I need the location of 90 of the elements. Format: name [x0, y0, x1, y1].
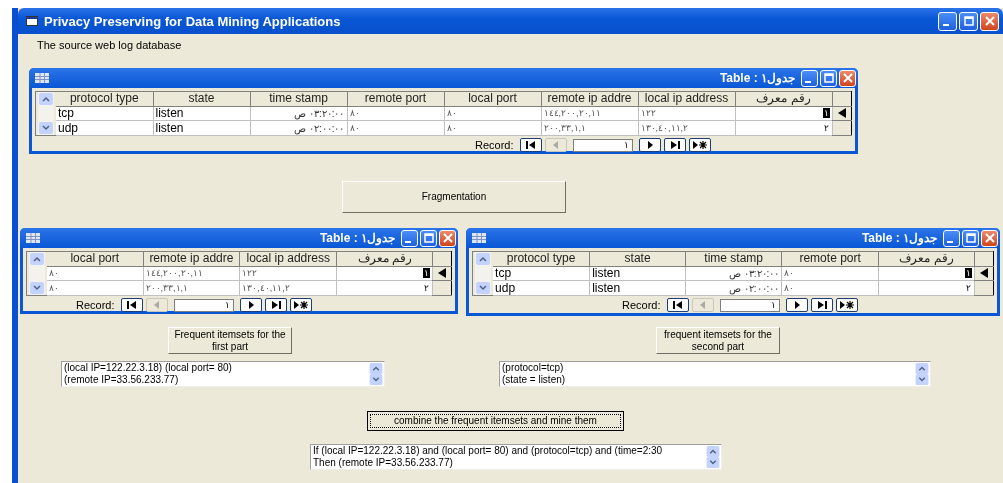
last-record-icon	[269, 300, 282, 310]
column-header[interactable]: protocol type	[56, 91, 153, 107]
column-header[interactable]: time stamp	[685, 251, 782, 267]
section-label: The source web log database	[37, 39, 182, 51]
column-header[interactable]: رقم معرف	[336, 251, 433, 267]
first-record-button[interactable]	[519, 138, 542, 152]
maximize-button[interactable]	[962, 229, 979, 247]
scroll-up-icon[interactable]	[39, 93, 53, 105]
scroll-up-icon[interactable]	[30, 253, 44, 265]
first-record-icon	[524, 140, 537, 150]
next-record-button[interactable]	[239, 298, 262, 312]
maximize-icon	[423, 233, 434, 243]
column-header[interactable]: remote port	[781, 251, 879, 267]
minimize-button[interactable]	[938, 11, 957, 31]
fragmentation-button[interactable]: Fragmentation	[342, 181, 566, 213]
new-record-button[interactable]	[688, 138, 711, 152]
minimize-icon	[943, 24, 949, 26]
record-label: Record:	[475, 139, 514, 151]
close-icon	[442, 233, 453, 243]
minimize-icon	[805, 81, 811, 83]
scroll-up-icon[interactable]	[476, 253, 491, 265]
minimize-icon	[947, 241, 953, 243]
close-button[interactable]	[439, 229, 456, 247]
first-record-button[interactable]	[666, 298, 689, 312]
column-header[interactable]: remote ip addre	[541, 91, 638, 107]
last-record-icon	[815, 300, 828, 310]
first-record-button[interactable]	[120, 298, 143, 312]
close-button[interactable]	[981, 229, 998, 247]
new-record-button[interactable]	[289, 298, 312, 312]
column-header[interactable]: remote port	[347, 91, 444, 107]
next-record-button[interactable]	[638, 138, 661, 152]
new-record-icon	[838, 300, 855, 310]
new-record-icon	[292, 300, 309, 310]
second-part-button[interactable]: frequent itemsets for the second part	[656, 327, 780, 354]
column-header[interactable]: رقم معرف	[735, 91, 832, 107]
scroll-down-icon[interactable]	[30, 282, 44, 294]
record-label: Record:	[622, 299, 661, 311]
close-button[interactable]	[980, 11, 999, 31]
scrollbar[interactable]	[38, 92, 54, 135]
column-header[interactable]: local ip address	[638, 91, 735, 107]
maximize-icon	[965, 233, 976, 243]
close-icon	[984, 16, 995, 26]
last-record-icon	[668, 140, 681, 150]
column-header[interactable]: time stamp	[250, 91, 347, 107]
close-icon	[842, 73, 853, 83]
minimize-button[interactable]	[943, 229, 960, 247]
window-title: Privacy Preserving for Data Mining Applications	[44, 13, 342, 29]
new-record-icon	[691, 140, 708, 150]
record-label: Record:	[76, 299, 115, 311]
column-header[interactable]: remote ip addre	[143, 251, 240, 267]
maximize-button[interactable]	[820, 69, 837, 87]
table-icon	[26, 233, 40, 243]
minimize-button[interactable]	[801, 69, 818, 87]
table-title: Table : جدول١	[318, 231, 395, 245]
column-header[interactable]: local port	[444, 91, 541, 107]
maximize-button[interactable]	[420, 229, 437, 247]
maximize-icon	[823, 73, 834, 83]
scroll-down-icon[interactable]	[39, 122, 53, 134]
column-header[interactable]: state	[153, 91, 250, 107]
record-number-field[interactable]: ١	[719, 298, 780, 312]
scroll-down-icon[interactable]	[476, 282, 491, 294]
first-record-icon	[671, 300, 684, 310]
scrollbar[interactable]	[29, 252, 45, 295]
minimize-button[interactable]	[401, 229, 418, 247]
window-icon	[26, 16, 38, 26]
maximize-button[interactable]	[959, 11, 978, 31]
column-header[interactable]: local ip address	[239, 251, 337, 267]
combine-button[interactable]: combine the frequent itemsets and mine them	[367, 411, 624, 431]
column-header[interactable]: state	[589, 251, 686, 267]
first-record-icon	[125, 300, 138, 310]
table-title: Table : جدول١	[860, 231, 937, 245]
record-number-field[interactable]: ١	[173, 298, 234, 312]
minimize-icon	[405, 241, 411, 243]
next-record-button[interactable]	[785, 298, 808, 312]
maximize-icon	[963, 16, 974, 26]
table-icon	[35, 73, 49, 83]
record-number-field[interactable]: ١	[572, 138, 633, 152]
table-icon	[472, 233, 486, 243]
last-record-button[interactable]	[810, 298, 833, 312]
last-record-button[interactable]	[264, 298, 287, 312]
close-icon	[984, 233, 995, 243]
new-record-button[interactable]	[835, 298, 858, 312]
scrollbar[interactable]	[475, 252, 492, 295]
column-header[interactable]: protocol type	[493, 251, 590, 267]
close-button[interactable]	[839, 69, 856, 87]
last-record-button[interactable]	[663, 138, 686, 152]
table-title: Table : جدول١	[718, 71, 795, 85]
first-part-button[interactable]: Frequent itemsets for the first part	[168, 327, 292, 354]
column-header[interactable]: local port	[47, 251, 143, 267]
column-header[interactable]: رقم معرف	[878, 251, 975, 267]
